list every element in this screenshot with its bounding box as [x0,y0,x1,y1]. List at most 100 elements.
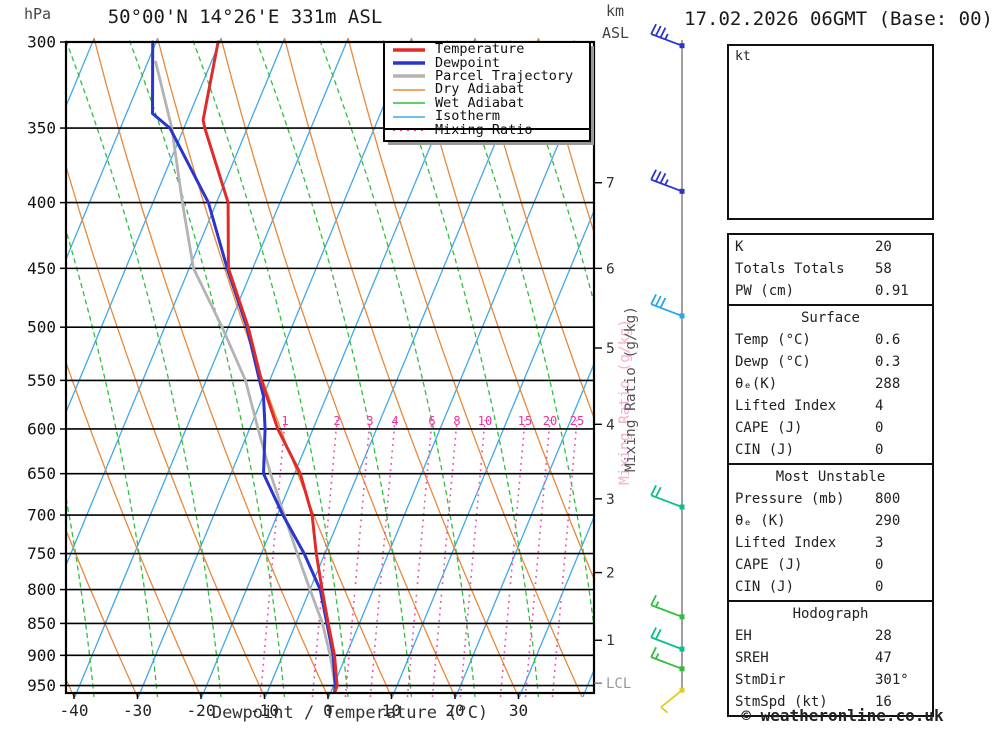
table-section: Surface Temp (°C) 0.6 Dewp (°C) 0.3 θₑ(K) 288 L… [729,304,932,463]
pressure-tick-label: 550 [27,371,56,390]
table-section: K 20 Totals Totals 58 PW (cm) 0.91 [729,235,932,304]
table-row: CIN (J) 0 [729,576,932,598]
isotherm-line [74,38,349,698]
legend-line-sample [393,89,425,91]
wind-barb-shaft [650,656,683,670]
altitude-unit-asl-label: ASL [602,24,630,42]
wind-barb-feather [650,293,657,305]
table-row: Lifted Index 3 [729,532,932,554]
table-row: K 20 [729,236,932,258]
wind-barb-half-feather [655,653,660,660]
table-row: Totals Totals 58 [729,258,932,280]
pressure-tick-label: 750 [27,544,56,563]
wind-barb-half-feather [664,33,669,40]
table-section: Hodograph EH 28 SREH 47 StmDir 301° StmSpd (kt)… [729,600,932,715]
table-row-value: 0 [875,420,884,436]
pressure-tick-label: 850 [27,614,56,633]
mixing-ratio-value-label: 8 [453,414,460,428]
isotherm-line [66,38,159,261]
legend-line-sample [393,61,425,65]
temp-tick-label: -40 [60,701,89,720]
table-row-label: CAPE (J) [735,420,803,436]
pressure-tick-label: 800 [27,580,56,599]
table-row-value: 301° [875,672,909,688]
wind-barb-feather [650,169,657,181]
wind-barb-half-feather [664,179,669,186]
table-row-value: 47 [875,650,892,666]
km-tick-label: 2 [606,566,615,582]
wind-barb-feather [660,706,669,714]
table-section-header: Most Unstable [775,469,886,485]
table-row-value: 20 [875,239,892,255]
table-row-label: SREH [735,650,769,666]
mixing-ratio-value-label: 2 [333,414,340,428]
altitude-unit-km-label: km [606,2,625,20]
legend-line-sample [393,102,425,105]
km-tick-label: 6 [606,261,615,277]
pressure-tick-label: 650 [27,464,56,483]
table-row-label: K [735,239,744,255]
table-section-header: Hodograph [792,606,869,622]
wind-barb-feather [650,627,657,638]
table-row: θₑ (K) 290 [729,510,932,532]
wind-barb-feather [650,594,657,606]
isotherm-line [137,38,413,698]
dry-adiabat-line [0,38,11,697]
table-row-label: StmDir [735,672,786,688]
table-row: CIN (J) 0 [729,439,932,461]
wind-barb-feather [650,485,657,496]
mixing-ratio-value-label: 15 [518,414,532,428]
table-row-label: CAPE (J) [735,557,803,573]
table-row-label: CIN (J) [735,579,795,595]
wind-barb-shaft [650,604,683,618]
hodograph-unit-label: kt [735,49,751,64]
mixing-ratio-value-label: 6 [428,414,435,428]
temperature-curve [201,40,339,693]
legend-line-sample [393,74,425,79]
sounding-indices-table: K 20 Totals Totals 58 PW (cm) 0.91 Surface Temp… [727,233,934,717]
wind-barb-feather [659,297,667,309]
table-row: Pressure (mb) 800 [729,488,932,510]
table-row-label: Pressure (mb) [735,491,845,507]
table-row-value: 4 [875,398,884,414]
table-row-label: CIN (J) [735,442,795,458]
mixing-ratio-value-label: 1 [281,414,288,428]
legend-line-sample [393,115,425,118]
table-row-value: 0 [875,557,884,573]
table-row-label: Totals Totals [735,261,845,277]
table-row: CAPE (J) 0 [729,417,932,439]
table-row-label: θₑ(K) [735,376,778,392]
table-row-label: EH [735,628,752,644]
mixing-ratio-value-label: 10 [478,414,492,428]
wind-barb [650,485,685,510]
pressure-tick-label: 450 [27,259,56,278]
pressure-tick-label: 700 [27,506,56,525]
table-row: EH 28 [729,625,932,647]
legend-rows: Temperature Dewpoint Parcel Trajectory Dry … [385,42,589,137]
km-tick-label: 7 [606,176,615,192]
wind-barb-feather [655,295,662,307]
table-row-value: 3 [875,535,884,551]
table-row-value: 800 [875,491,901,507]
mixing-ratio-axis-label: Mixing Ratio (g/kg) [623,306,639,472]
pressure-tick-label: 900 [27,646,56,665]
pressure-unit-label: hPa [24,5,52,23]
lcl-label: LCL [606,676,631,692]
wind-barb [650,594,685,620]
datetime-label: 17.02.2026 06GMT (Base: 00) [684,8,993,30]
legend-line-sample [393,128,425,132]
wet-adiabat-line [66,228,159,698]
wind-barb-shaft [660,689,683,708]
chart-legend: Temperature Dewpoint Parcel Trajectory Dry … [383,41,591,142]
pressure-tick-label: 950 [27,676,56,695]
wind-barb-feather [650,646,657,658]
table-row: Temp (°C) 0.6 [729,329,932,351]
km-tick-label: 1 [606,633,615,649]
wind-barb [660,687,685,714]
wet-adiabat-line [66,38,222,698]
table-row-label: PW (cm) [735,283,795,299]
table-row-value: 288 [875,376,901,392]
pressure-tick-label: 600 [27,419,56,438]
wet-adiabat-line [572,38,594,98]
table-row: CAPE (J) 0 [729,554,932,576]
